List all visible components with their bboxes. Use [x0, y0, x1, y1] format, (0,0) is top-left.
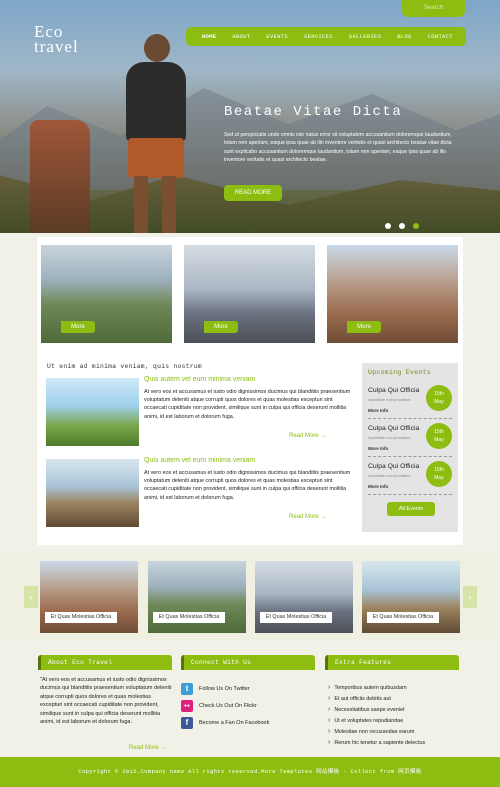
all-events-button[interactable]: All Events: [387, 502, 435, 516]
gallery-caption: Et Quas Molestias Officia: [260, 612, 332, 623]
hero-hiker: [116, 30, 196, 233]
extra-features-title: Extra Features: [325, 655, 459, 670]
article-read-more-link[interactable]: Read More →: [289, 514, 326, 520]
event-more-info-link[interactable]: More Info: [368, 408, 388, 413]
nav-events[interactable]: EVENTS: [258, 33, 296, 40]
article-text: At vero eos et accusamus et iusto odio d…: [144, 389, 351, 420]
thumb-more-button[interactable]: More: [204, 321, 238, 333]
extra-link[interactable]: Rerum hic tenetur a sapiente delectus: [328, 737, 460, 748]
event-date-badge: 15th May: [426, 385, 452, 411]
article-item: Quis autem vel eum minima veniam At vero…: [46, 376, 351, 448]
flickr-icon: ●●: [181, 699, 193, 712]
nav-about[interactable]: ABOUT: [224, 33, 258, 40]
about-widget-title: About Eco Travel: [38, 655, 172, 670]
hero-text: Sed ut perspiciatis unde omnis iste natu…: [224, 132, 452, 163]
event-item: Culpa Qui Officia cupiditate non provide…: [368, 421, 452, 457]
event-date-badge: 15th May: [426, 423, 452, 449]
copyright-bar: Copyright © 2015.Company name All rights…: [0, 757, 500, 787]
social-label: Become a Fan On Facebook: [199, 719, 270, 726]
thumb-more-button[interactable]: More: [61, 321, 95, 333]
slider-dots: [385, 223, 419, 229]
slider-dot[interactable]: [399, 223, 405, 229]
thumb-more-button[interactable]: More: [347, 321, 381, 333]
event-more-info-link[interactable]: More Info: [368, 446, 388, 451]
article-text: At vero eos et accusamus et iusto odio d…: [144, 470, 351, 501]
nav-blog[interactable]: BLOG: [389, 33, 419, 40]
article-title[interactable]: Quis autem vel eum minima veniam: [144, 376, 255, 383]
main-nav: HOME ABOUT EVENTS SERVICES GALLERIES BLO…: [186, 27, 466, 46]
gallery-item[interactable]: Et Quas Molestias Officia: [40, 561, 138, 633]
gallery-next-arrow[interactable]: ›: [463, 586, 477, 608]
social-link-flickr[interactable]: ●● Check Us Out On Flickr: [181, 697, 316, 714]
social-link-twitter[interactable]: t Follow Us On Twitter: [181, 680, 316, 697]
article-item: Quis autem vel eum minima veniam At vero…: [46, 457, 351, 529]
event-subtitle: cupiditate non provident: [368, 435, 411, 440]
event-date-badge: 15th May: [426, 461, 452, 487]
about-widget: About Eco Travel "At vero eos et accusam…: [38, 655, 173, 726]
gallery-caption: Et Quas Molestias Officia: [45, 612, 117, 623]
event-subtitle: cupiditate non provident: [368, 397, 411, 402]
slider-dot-active[interactable]: [413, 223, 419, 229]
logo-line2: travel: [34, 37, 79, 56]
article-read-more-link[interactable]: Read More →: [289, 433, 326, 439]
connect-widget-title: Connect With Us: [181, 655, 315, 670]
hero-title: Beatae Vitae Dicta: [224, 104, 403, 120]
social-link-facebook[interactable]: f Become a Fan On Facebook: [181, 714, 316, 731]
extra-features-widget: Extra Features Temporibus autem quibusda…: [325, 655, 460, 748]
gallery-item[interactable]: Et Quas Molestias Officia: [148, 561, 246, 633]
nav-home[interactable]: HOME: [194, 33, 224, 40]
search-input[interactable]: Search: [402, 0, 465, 17]
feature-thumb-1[interactable]: More: [41, 245, 172, 343]
upcoming-events-box: Upcoming Events Culpa Qui Officia cupidi…: [362, 363, 458, 532]
social-label: Follow Us On Twitter: [199, 685, 250, 692]
gallery-item[interactable]: Et Quas Molestias Officia: [362, 561, 460, 633]
facebook-icon: f: [181, 716, 193, 729]
nav-services[interactable]: SERVICES: [296, 33, 341, 40]
article-image[interactable]: [46, 459, 139, 527]
gallery-item[interactable]: Et Quas Molestias Officia: [255, 561, 353, 633]
event-title[interactable]: Culpa Qui Officia: [368, 463, 419, 470]
event-title[interactable]: Culpa Qui Officia: [368, 425, 419, 432]
event-subtitle: cupiditate non provident: [368, 473, 411, 478]
article-title[interactable]: Quis autem vel eum minima veniam: [144, 457, 255, 464]
social-label: Check Us Out On Flickr: [199, 702, 257, 709]
site-logo[interactable]: Eco travel: [34, 23, 79, 56]
about-widget-text: "At vero eos et accusamus et iusto odio …: [40, 677, 172, 726]
extra-link[interactable]: Molestiae non recusandae earum: [328, 726, 460, 737]
extra-link[interactable]: Ut et voluptates repudiandae: [328, 715, 460, 726]
hero-banner: Eco travel Search HOME ABOUT EVENTS SERV…: [0, 0, 500, 233]
slider-dot[interactable]: [385, 223, 391, 229]
feature-thumb-2[interactable]: More: [184, 245, 315, 343]
article-image[interactable]: [46, 378, 139, 446]
event-item: Culpa Qui Officia cupiditate non provide…: [368, 459, 452, 495]
articles-section-title: Ut enim ad minima veniam, quis nostrum: [47, 363, 202, 370]
event-item: Culpa Qui Officia cupiditate non provide…: [368, 383, 452, 419]
events-title: Upcoming Events: [368, 369, 432, 376]
gallery-prev-arrow[interactable]: ‹: [24, 586, 38, 608]
event-title[interactable]: Culpa Qui Officia: [368, 387, 419, 394]
extra-link[interactable]: Necessitatibus saepe eveniet: [328, 704, 460, 715]
feature-thumb-3[interactable]: More: [327, 245, 458, 343]
hero-rock: [30, 120, 90, 233]
extra-link[interactable]: Temporibus autem quibusdam: [328, 682, 460, 693]
nav-galleries[interactable]: GALLERIES: [341, 33, 389, 40]
extra-link[interactable]: Et aut officiis debitis aut: [328, 693, 460, 704]
about-read-more-link[interactable]: Read More →: [129, 745, 166, 751]
gallery-caption: Et Quas Molestias Officia: [367, 612, 439, 623]
nav-contact[interactable]: CONTACT: [420, 33, 461, 40]
event-more-info-link[interactable]: More Info: [368, 484, 388, 489]
connect-widget: Connect With Us t Follow Us On Twitter ●…: [181, 655, 316, 731]
twitter-icon: t: [181, 682, 193, 695]
gallery-caption: Et Quas Molestias Officia: [153, 612, 225, 623]
gallery-strip: ‹ Et Quas Molestias Officia Et Quas Mole…: [0, 553, 500, 640]
hero-read-more-button[interactable]: READ MORE: [224, 185, 282, 201]
